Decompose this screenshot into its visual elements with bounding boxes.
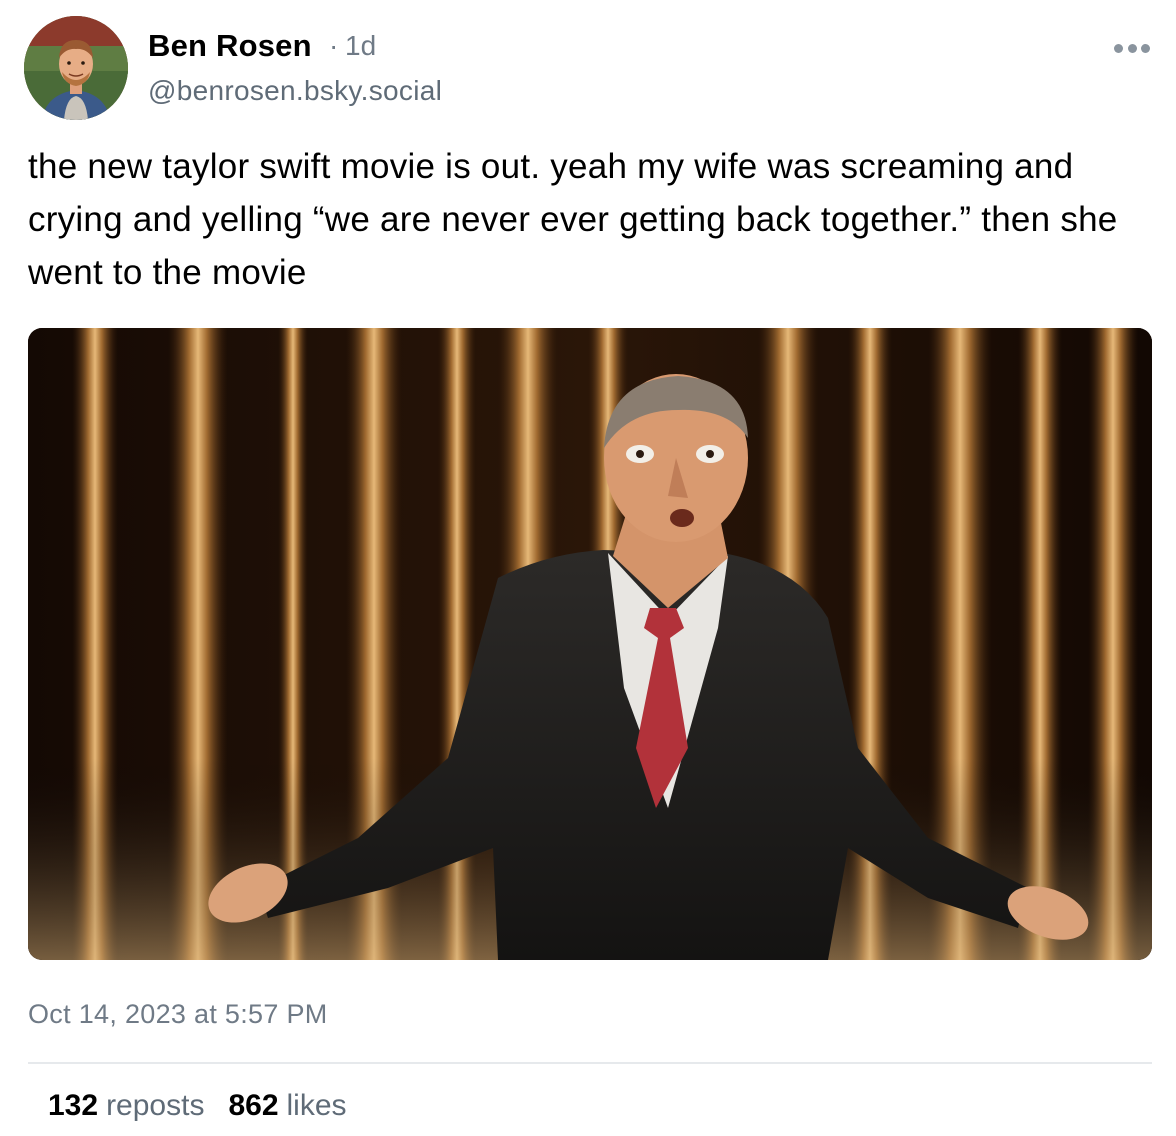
engagement-stats: 132 reposts 862 likes [48,1086,347,1126]
avatar-photo [24,16,128,120]
post-thread-view: Ben Rosen · 1d @benrosen.bsky.social the… [0,0,1176,1136]
likes-count: 862 [228,1089,279,1122]
dot-icon [1114,43,1123,53]
post-image[interactable] [28,328,1152,960]
reposts-label: reposts [106,1089,205,1122]
avatar[interactable] [24,16,128,120]
reposts-stat[interactable]: 132 reposts [48,1086,204,1126]
embedded-photo [28,328,1152,960]
divider [28,1062,1152,1064]
dot-icon [1127,43,1137,53]
reposts-count: 132 [48,1089,99,1122]
relative-time[interactable]: 1d [345,30,376,62]
likes-label: likes [286,1089,347,1122]
post-text: the new taylor swift movie is out. yeah … [28,147,1118,292]
author-handle[interactable]: @benrosen.bsky.social [148,74,442,108]
post-timestamp[interactable]: Oct 14, 2023 at 5:57 PM [28,996,328,1032]
dot-icon [1141,43,1150,53]
likes-stat[interactable]: 862 likes [228,1086,346,1126]
separator-dot: · [329,30,339,61]
author-display-name[interactable]: Ben Rosen [148,28,312,64]
more-options-icon[interactable] [1110,36,1154,60]
